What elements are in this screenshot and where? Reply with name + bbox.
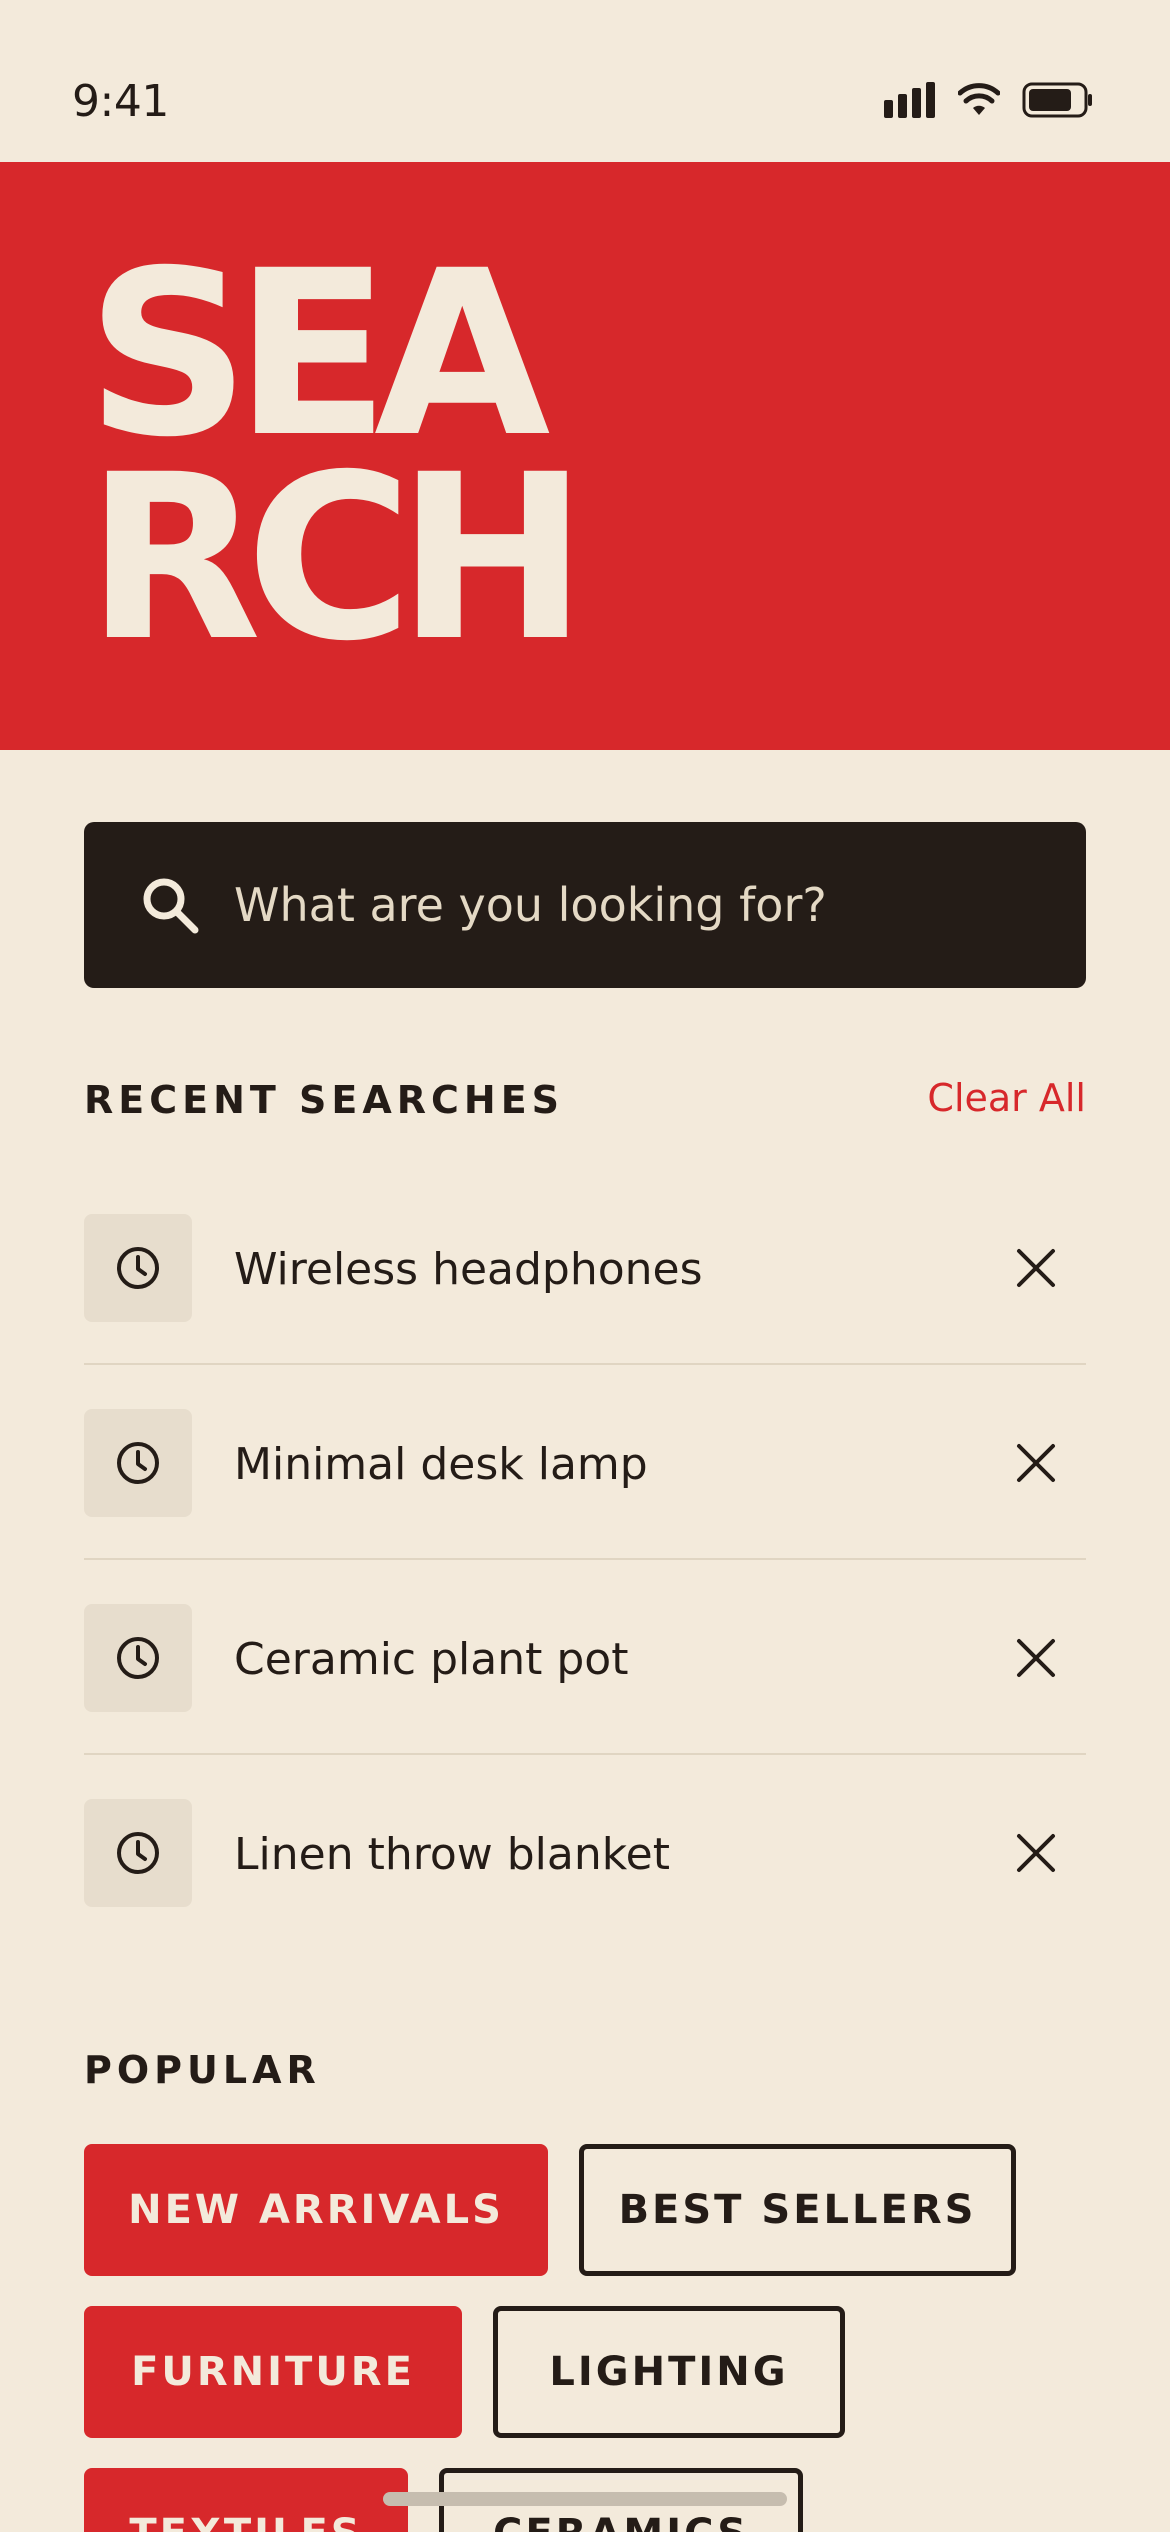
recent-searches-list: Wireless headphones Minimal desk lamp Ce… — [84, 1170, 1086, 1950]
recent-search-label: Ceramic plant pot — [234, 1634, 629, 1685]
close-icon — [1017, 1444, 1055, 1482]
close-icon — [1017, 1639, 1055, 1677]
chip-lighting[interactable]: LIGHTING — [493, 2306, 845, 2438]
clock-icon — [117, 1247, 159, 1289]
search-screen: 9:41 SEARCH What are you looking for? RE… — [0, 0, 1170, 2532]
recent-search-item[interactable]: Linen throw blanket — [84, 1755, 1086, 1950]
remove-search-button[interactable] — [1006, 1823, 1066, 1883]
chip-new-arrivals[interactable]: NEW ARRIVALS — [84, 2144, 548, 2276]
clock-icon — [117, 1442, 159, 1484]
remove-search-button[interactable] — [1006, 1433, 1066, 1493]
clock-icon — [117, 1637, 159, 1679]
hero-banner: SEARCH — [0, 162, 1170, 750]
home-indicator[interactable] — [383, 2492, 787, 2506]
chip-best-sellers[interactable]: BEST SELLERS — [579, 2144, 1016, 2276]
history-tile — [84, 1409, 192, 1517]
remove-search-button[interactable] — [1006, 1628, 1066, 1688]
status-bar: 9:41 — [0, 0, 1170, 162]
search-input[interactable] — [234, 822, 1054, 988]
history-tile — [84, 1604, 192, 1712]
battery-icon — [1022, 82, 1092, 118]
search-icon — [143, 878, 199, 934]
signal-icon — [884, 82, 935, 118]
close-icon — [1017, 1834, 1055, 1872]
recent-search-item[interactable]: Ceramic plant pot — [84, 1560, 1086, 1755]
history-tile — [84, 1799, 192, 1907]
remove-search-button[interactable] — [1006, 1238, 1066, 1298]
history-tile — [84, 1214, 192, 1322]
status-time: 9:41 — [72, 76, 169, 127]
page-title: SEARCH — [86, 221, 588, 691]
wifi-icon — [958, 83, 1000, 115]
recent-search-label: Linen throw blanket — [234, 1829, 670, 1880]
close-icon — [1017, 1249, 1055, 1287]
chip-furniture[interactable]: FURNITURE — [84, 2306, 462, 2438]
recent-search-item[interactable]: Minimal desk lamp — [84, 1365, 1086, 1560]
search-bar[interactable] — [84, 822, 1086, 988]
status-icons — [884, 82, 1094, 118]
popular-heading: POPULAR — [84, 2048, 321, 2092]
clock-icon — [117, 1832, 159, 1874]
recent-search-item[interactable]: Wireless headphones — [84, 1170, 1086, 1365]
recent-searches-heading: RECENT SEARCHES — [84, 1078, 565, 1122]
chip-textiles[interactable]: TEXTILES — [84, 2468, 408, 2532]
clear-all-button[interactable]: Clear All — [927, 1076, 1086, 1120]
recent-search-label: Minimal desk lamp — [234, 1439, 648, 1490]
recent-search-label: Wireless headphones — [234, 1244, 703, 1295]
